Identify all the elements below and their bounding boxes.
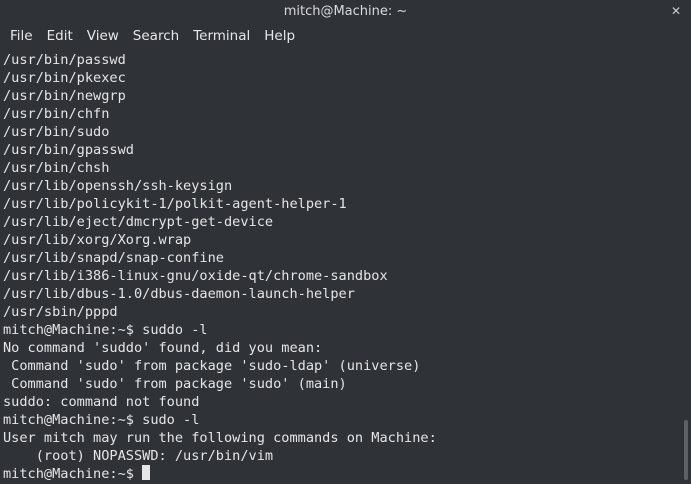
menu-terminal[interactable]: Terminal <box>193 28 250 44</box>
terminal-line: /usr/lib/i386-linux-gnu/oxide-qt/chrome-… <box>3 268 388 284</box>
terminal-window: mitch@Machine: ~ ✕ File Edit View Search… <box>0 0 691 484</box>
menu-help[interactable]: Help <box>264 28 295 44</box>
terminal-line: /usr/lib/xorg/Xorg.wrap <box>3 232 192 248</box>
close-icon[interactable]: ✕ <box>671 0 681 23</box>
terminal-line: Command 'sudo' from package 'sudo-ldap' … <box>3 358 421 374</box>
text-cursor <box>142 465 151 480</box>
terminal-line: /usr/lib/policykit-1/polkit-agent-helper… <box>3 196 347 212</box>
scrollbar[interactable] <box>680 49 691 484</box>
terminal-line: mitch@Machine:~$ suddo -l <box>3 322 208 338</box>
terminal-line: /usr/lib/snapd/snap-confine <box>3 250 224 266</box>
terminal-line: /usr/bin/passwd <box>3 52 126 68</box>
terminal-line: No command 'suddo' found, did you mean: <box>3 340 323 356</box>
menu-search[interactable]: Search <box>133 28 179 44</box>
terminal-line: (root) NOPASSWD: /usr/bin/vim <box>3 448 274 464</box>
terminal-text: /usr/bin/passwd /usr/bin/pkexec /usr/bin… <box>0 49 680 483</box>
terminal-output[interactable]: /usr/bin/passwd /usr/bin/pkexec /usr/bin… <box>0 49 680 484</box>
title-bar[interactable]: mitch@Machine: ~ ✕ <box>0 0 691 23</box>
terminal-line: /usr/lib/eject/dmcrypt-get-device <box>3 214 274 230</box>
scrollbar-thumb[interactable] <box>684 420 688 480</box>
terminal-line: /usr/lib/openssh/ssh-keysign <box>3 178 233 194</box>
menu-file[interactable]: File <box>10 28 33 44</box>
menu-edit[interactable]: Edit <box>47 28 73 44</box>
menu-view[interactable]: View <box>87 28 119 44</box>
terminal-line: /usr/bin/chsh <box>3 160 110 176</box>
terminal-line: /usr/bin/gpasswd <box>3 142 134 158</box>
terminal-line: Command 'sudo' from package 'sudo' (main… <box>3 376 347 392</box>
terminal-line: User mitch may run the following command… <box>3 430 437 446</box>
window-title: mitch@Machine: ~ <box>283 4 408 19</box>
menu-bar: File Edit View Search Terminal Help <box>0 23 691 49</box>
terminal-line: /usr/sbin/pppd <box>3 304 118 320</box>
terminal-line: /usr/bin/pkexec <box>3 70 126 86</box>
terminal-line: mitch@Machine:~$ sudo -l <box>3 412 200 428</box>
terminal-prompt: mitch@Machine:~$ <box>3 466 143 482</box>
terminal-line: /usr/lib/dbus-1.0/dbus-daemon-launch-hel… <box>3 286 355 302</box>
terminal-line: suddo: command not found <box>3 394 200 410</box>
terminal-line: /usr/bin/sudo <box>3 124 110 140</box>
terminal-line: /usr/bin/newgrp <box>3 88 126 104</box>
terminal-line: /usr/bin/chfn <box>3 106 110 122</box>
